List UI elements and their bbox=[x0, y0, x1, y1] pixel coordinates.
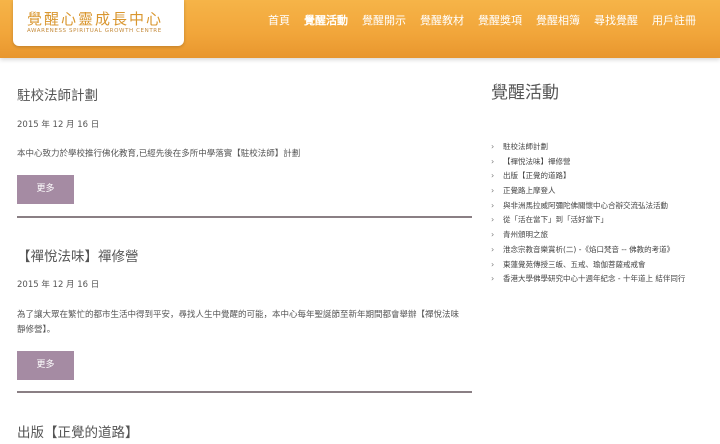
chevron-right-icon: › bbox=[491, 259, 495, 269]
sidebar-item-label[interactable]: 【禪悅法味】禪修營 bbox=[503, 157, 571, 166]
more-button[interactable]: 更多 bbox=[17, 351, 74, 380]
sidebar-item-label[interactable]: 與非洲馬拉威阿彌陀佛關懷中心合辦交流弘法活動 bbox=[503, 201, 668, 210]
sidebar-item[interactable]: › 正覺路上摩登人 bbox=[491, 184, 685, 199]
sidebar-item-label[interactable]: 淮念宗教音樂賞析(二) -《焰口梵音 -- 佛教的考道》 bbox=[503, 245, 674, 254]
nav-find[interactable]: 尋找覺醒 bbox=[587, 12, 645, 28]
more-button[interactable]: 更多 bbox=[17, 175, 74, 204]
sidebar-item[interactable]: › 出版【正覺的道路】 bbox=[491, 169, 685, 184]
sidebar-item[interactable]: › 青州頒明之旅 bbox=[491, 228, 685, 243]
nav-albums[interactable]: 覺醒相簿 bbox=[529, 12, 587, 28]
nav-teachings[interactable]: 覺醒開示 bbox=[355, 12, 413, 28]
nav-awards[interactable]: 覺醒獎項 bbox=[471, 12, 529, 28]
site-header: 覺醒心靈成長中心 AWARENESS SPIRITUAL GROWTH CENT… bbox=[0, 0, 720, 58]
chevron-right-icon: › bbox=[491, 142, 495, 151]
sidebar-item-label[interactable]: 香港大學佛學研究中心十週年紀念 - 十年道上 結伴同行 bbox=[503, 274, 685, 283]
chevron-right-icon: › bbox=[491, 244, 495, 254]
nav-materials[interactable]: 覺醒教材 bbox=[413, 12, 471, 28]
sidebar-item[interactable]: › 從「活在當下」到「活好當下」 bbox=[491, 213, 685, 228]
chevron-right-icon: › bbox=[491, 156, 495, 166]
sidebar-item[interactable]: › 與非洲馬拉威阿彌陀佛關懷中心合辦交流弘法活動 bbox=[491, 199, 685, 214]
chevron-right-icon: › bbox=[491, 274, 495, 284]
sidebar-item[interactable]: › 香港大學佛學研究中心十週年紀念 - 十年道上 結伴同行 bbox=[491, 272, 685, 287]
chevron-right-icon: › bbox=[491, 215, 495, 225]
sidebar-list: › 駐校法師計劃 › 【禪悅法味】禪修營 › 出版【正覺的道路】 › 正覺路上摩登人 ›… bbox=[491, 140, 685, 287]
sidebar-item[interactable]: › 【禪悅法味】禪修營 bbox=[491, 155, 685, 170]
sidebar-item[interactable]: › 淮念宗教音樂賞析(二) -《焰口梵音 -- 佛教的考道》 bbox=[491, 243, 685, 258]
nav-activities[interactable]: 覺醒活動 bbox=[297, 12, 355, 28]
post-divider bbox=[17, 391, 472, 393]
post-excerpt: 為了讓大眾在繁忙的都市生活中得到平安，尋找人生中覺醒的可能，本中心每年聖誕節至新… bbox=[17, 310, 460, 335]
site-logo[interactable]: 覺醒心靈成長中心 AWARENESS SPIRITUAL GROWTH CENT… bbox=[13, 0, 184, 46]
logo-title: 覺醒心靈成長中心 bbox=[27, 10, 164, 28]
sidebar-item-label[interactable]: 出版【正覺的道路】 bbox=[503, 171, 571, 180]
sidebar-item-label[interactable]: 東蓮覺苑傳授三皈、五戒、瑜伽菩薩戒戒會 bbox=[503, 260, 646, 269]
nav-home[interactable]: 首頁 bbox=[261, 12, 297, 28]
sidebar-item-label[interactable]: 正覺路上摩登人 bbox=[503, 186, 556, 195]
chevron-right-icon: › bbox=[491, 171, 495, 181]
post-divider bbox=[17, 216, 472, 218]
sidebar-item[interactable]: › 駐校法師計劃 bbox=[491, 140, 685, 155]
post-title[interactable]: 【禪悅法味】禪修營 bbox=[17, 245, 139, 265]
sidebar-item-label[interactable]: 從「活在當下」到「活好當下」 bbox=[503, 215, 608, 224]
chevron-right-icon: › bbox=[491, 230, 495, 240]
post-title[interactable]: 出版【正覺的道路】 bbox=[17, 421, 139, 441]
nav-register[interactable]: 用戶註冊 bbox=[645, 12, 703, 28]
main-nav: 首頁 覺醒活動 覺醒開示 覺醒教材 覺醒獎項 覺醒相簿 尋找覺醒 用戶註冊 bbox=[261, 12, 703, 28]
post-date: 2015 年 12 月 16 日 bbox=[17, 120, 100, 130]
post-title[interactable]: 駐校法師計劃 bbox=[17, 84, 98, 104]
sidebar-title: 覺醒活動 bbox=[491, 83, 559, 103]
chevron-right-icon: › bbox=[491, 186, 495, 196]
logo-subtitle: AWARENESS SPIRITUAL GROWTH CENTRE bbox=[27, 28, 162, 34]
chevron-right-icon: › bbox=[491, 200, 495, 210]
sidebar-item[interactable]: › 東蓮覺苑傳授三皈、五戒、瑜伽菩薩戒戒會 bbox=[491, 258, 685, 273]
post-excerpt: 本中心致力於學校推行佛化教育,已經先後在多所中學落實【駐校法師】計劃 bbox=[17, 149, 301, 159]
sidebar-item-label[interactable]: 青州頒明之旅 bbox=[503, 230, 548, 239]
post-date: 2015 年 12 月 16 日 bbox=[17, 280, 100, 290]
sidebar-item-label[interactable]: 駐校法師計劃 bbox=[503, 142, 548, 151]
